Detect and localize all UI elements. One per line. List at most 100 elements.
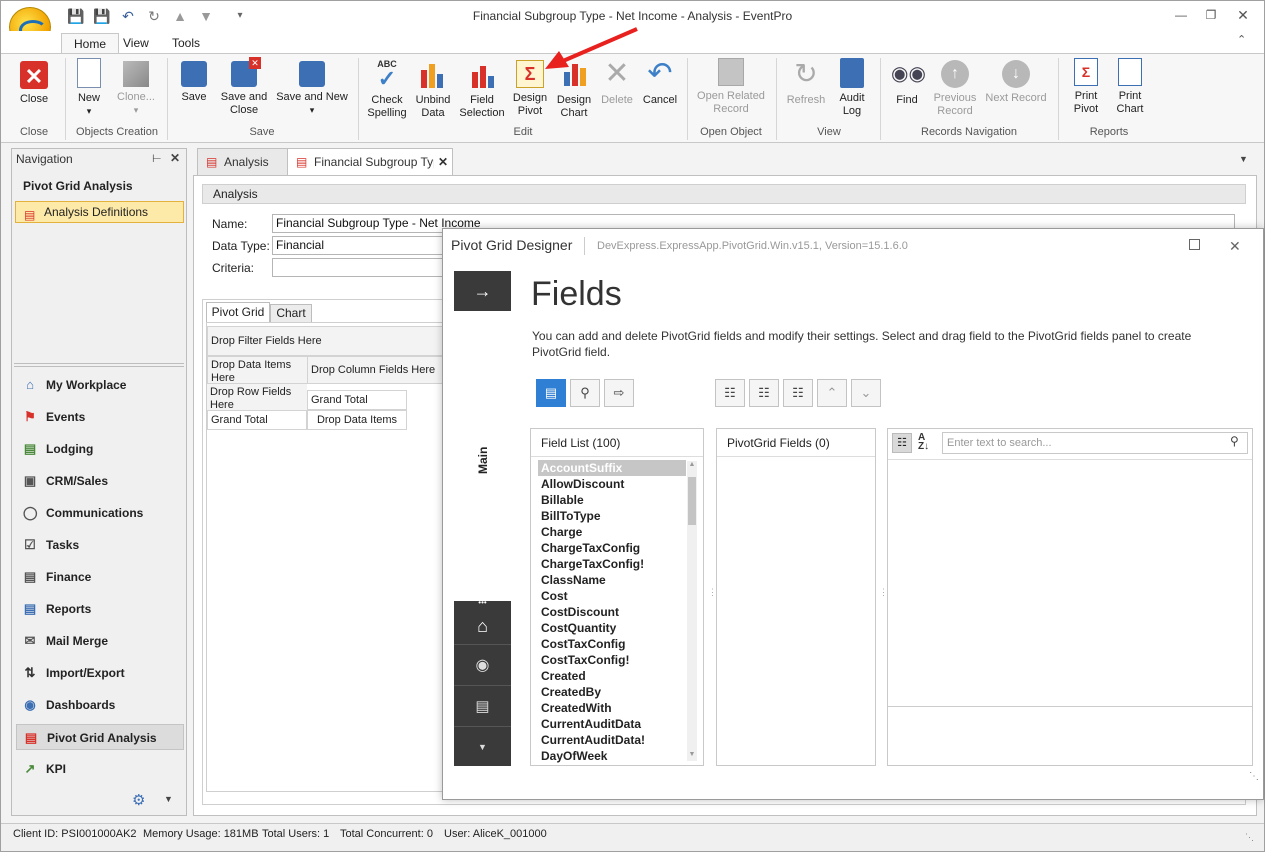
check-spelling-button[interactable]: ABC ✓ Check Spelling: [365, 58, 409, 120]
list-item[interactable]: Charge: [538, 524, 686, 540]
property-search-input[interactable]: Enter text to search...: [942, 432, 1248, 454]
tab-view[interactable]: View: [111, 33, 161, 54]
nav-item-pivot-grid-analysis[interactable]: ▤ Pivot Grid Analysis: [16, 724, 184, 750]
chevron-down-icon[interactable]: ▼: [164, 794, 173, 804]
close-button[interactable]: ✕ Close: [11, 58, 57, 106]
nav-item-lodging[interactable]: ▤ Lodging: [16, 436, 184, 462]
restore-icon[interactable]: ❐: [1197, 5, 1225, 25]
remove-field-icon[interactable]: ☷: [783, 379, 813, 407]
list-item[interactable]: CreatedBy: [538, 684, 686, 700]
list-item[interactable]: Created: [538, 668, 686, 684]
list-item[interactable]: CurrentAuditData!: [538, 732, 686, 748]
tab-analysis[interactable]: ▤ Analysis: [197, 148, 289, 176]
close-window-icon[interactable]: ✕: [1229, 5, 1257, 25]
minimize-icon[interactable]: —: [1167, 5, 1195, 25]
save-and-close-button[interactable]: ✕ Save and Close: [217, 57, 271, 117]
pin-icon[interactable]: ⊢: [152, 152, 162, 165]
tab-financial-subgroup-type[interactable]: ▤ Financial Subgroup Type ✕: [287, 148, 453, 176]
list-item[interactable]: CostTaxConfig: [538, 636, 686, 652]
open-related-record-button[interactable]: Open Related Record: [693, 58, 769, 116]
add-field-icon[interactable]: ☷: [715, 379, 745, 407]
nav-item-kpi[interactable]: ↗ KPI: [16, 756, 184, 782]
categorized-icon[interactable]: ☷: [892, 433, 912, 453]
close-panel-icon[interactable]: ✕: [170, 151, 180, 165]
next-record-button[interactable]: ↓ Next Record: [983, 58, 1049, 105]
resize-grip-icon[interactable]: ⋱: [1249, 771, 1259, 782]
tab-pivot-grid[interactable]: Pivot Grid: [206, 302, 270, 322]
palette-icon[interactable]: ◉: [454, 646, 511, 686]
printer-icon[interactable]: ▤: [454, 687, 511, 727]
group-label-view: View: [817, 126, 841, 138]
audit-log-button[interactable]: Audit Log: [831, 58, 873, 118]
list-item[interactable]: ChargeTaxConfig: [538, 540, 686, 556]
list-item[interactable]: BillToType: [538, 508, 686, 524]
new-button[interactable]: New ▾: [71, 58, 107, 118]
list-item[interactable]: ClassName: [538, 572, 686, 588]
export-icon[interactable]: ⇨: [604, 379, 634, 407]
print-pivot-button[interactable]: Σ Print Pivot: [1065, 58, 1107, 116]
list-item[interactable]: CurrentAuditData: [538, 716, 686, 732]
nav-item-import-export[interactable]: ⇅ Import/Export: [16, 660, 184, 686]
close-tab-icon[interactable]: ✕: [434, 149, 452, 175]
home-icon[interactable]: ⌂: [454, 607, 511, 645]
drop-data-area[interactable]: Drop Data Items Here: [207, 356, 307, 384]
window-title: Financial Subgroup Type - Net Income - A…: [472, 9, 793, 23]
search-icon[interactable]: ⚲: [570, 379, 600, 407]
chevron-down-icon[interactable]: ▼: [454, 728, 511, 766]
scrollbar-thumb[interactable]: [688, 477, 696, 525]
move-up-icon[interactable]: ⌃: [817, 379, 847, 407]
list-item[interactable]: Billable: [538, 492, 686, 508]
cancel-button[interactable]: ↶ Cancel: [639, 58, 681, 107]
maximize-icon[interactable]: [1189, 239, 1200, 250]
splitter[interactable]: [14, 363, 184, 367]
list-item[interactable]: CostQuantity: [538, 620, 686, 636]
field-list-view-button[interactable]: ▤: [536, 379, 566, 407]
save-and-new-button[interactable]: Save and New ▾: [275, 58, 349, 117]
nav-item-events[interactable]: ⚑ Events: [16, 404, 184, 430]
collapse-ribbon-icon[interactable]: ⌃: [1237, 33, 1246, 46]
insert-field-icon[interactable]: ☷: [749, 379, 779, 407]
drop-data-items-cell[interactable]: Drop Data Items: [307, 410, 407, 430]
drop-filter-area[interactable]: Drop Filter Fields Here: [207, 326, 447, 356]
print-chart-button[interactable]: Print Chart: [1109, 58, 1151, 116]
list-item[interactable]: ChargeTaxConfig!: [538, 556, 686, 572]
list-item[interactable]: Cost: [538, 588, 686, 604]
tabs-dropdown-icon[interactable]: ▼: [1239, 154, 1248, 164]
nav-item-communications[interactable]: ◯ Communications: [16, 500, 184, 526]
tab-tools[interactable]: Tools: [160, 33, 212, 54]
nav-item-finance[interactable]: ▤ Finance: [16, 564, 184, 590]
nav-item-my-workplace[interactable]: ⌂ My Workplace: [16, 372, 184, 398]
nav-item-crm-sales[interactable]: ▣ CRM/Sales: [16, 468, 184, 494]
save-button[interactable]: Save: [174, 58, 214, 104]
tab-chart[interactable]: Chart: [270, 304, 312, 322]
drop-column-area[interactable]: Drop Column Fields Here: [307, 356, 447, 384]
sort-alphabetical-icon[interactable]: A Z↓: [918, 433, 936, 453]
nav-item-tasks[interactable]: ☑ Tasks: [16, 532, 184, 558]
list-item[interactable]: CostDiscount: [538, 604, 686, 620]
resize-grip-icon[interactable]: ⋱: [1245, 828, 1254, 846]
close-dialog-icon[interactable]: ✕: [1229, 238, 1241, 255]
nav-item-mail-merge[interactable]: ✉ Mail Merge: [16, 628, 184, 654]
list-item[interactable]: DayOfWeek: [538, 748, 686, 764]
arrow-right-icon[interactable]: →: [454, 271, 511, 311]
refresh-button[interactable]: ↻ Refresh: [783, 58, 829, 107]
move-down-icon[interactable]: ⌄: [851, 379, 881, 407]
list-item[interactable]: CreatedWith: [538, 700, 686, 716]
field-selection-button[interactable]: Field Selection: [457, 58, 507, 120]
nav-item-dashboards[interactable]: ◉ Dashboards: [16, 692, 184, 718]
scroll-up-icon[interactable]: ▲: [687, 461, 697, 468]
unbind-data-button[interactable]: Unbind Data: [413, 58, 453, 120]
scroll-down-icon[interactable]: ▼: [687, 751, 697, 758]
list-item[interactable]: CostTaxConfig!: [538, 652, 686, 668]
nav-item-reports[interactable]: ▤ Reports: [16, 596, 184, 622]
list-item[interactable]: AllowDiscount: [538, 476, 686, 492]
previous-record-button[interactable]: ↑ Previous Record: [929, 58, 981, 118]
nav-item-analysis-definitions[interactable]: ▤ Analysis Definitions: [15, 201, 184, 223]
drop-row-area[interactable]: Drop Row Fields Here: [207, 384, 307, 411]
scrollbar[interactable]: ▲ ▼: [687, 461, 697, 761]
sidebar-main-panel[interactable]: Main: [454, 311, 511, 601]
configure-gear-icon[interactable]: ⚙: [132, 791, 145, 809]
find-button[interactable]: ◉◉ Find: [887, 58, 927, 107]
list-item[interactable]: AccountSuffix: [538, 460, 686, 476]
clone-button[interactable]: Clone... ▾: [111, 58, 161, 117]
